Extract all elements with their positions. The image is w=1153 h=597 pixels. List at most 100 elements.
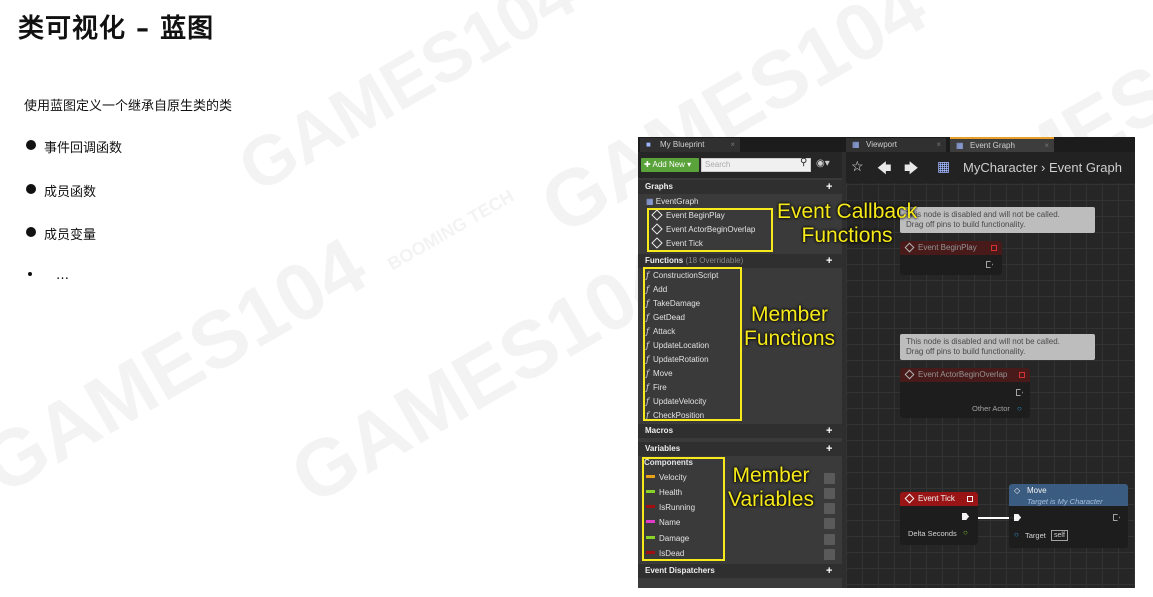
variable-type-icon (646, 475, 655, 478)
variable-item[interactable]: Damage (646, 533, 689, 545)
bullet-list: 事件回调函数 成员函数 成员变量 … (26, 137, 122, 311)
close-icon[interactable]: × (730, 138, 735, 152)
variable-item[interactable]: IsDead (646, 548, 684, 560)
search-input[interactable]: Search (701, 158, 811, 172)
variable-type-icon (646, 551, 655, 554)
function-icon: ƒ (646, 299, 649, 308)
bullet-dot-icon (26, 183, 36, 194)
pin-label: Other Actor (972, 404, 1010, 413)
function-icon: ◇ (1014, 486, 1021, 495)
event-item[interactable]: Event ActorBeginOverlap (651, 223, 755, 236)
graph-icon: ▦ (937, 158, 951, 174)
exec-pin-icon[interactable] (986, 261, 993, 268)
add-macro-icon[interactable]: + (826, 426, 836, 437)
functions-section-header[interactable]: Functions (18 Overridable) + (638, 254, 842, 268)
bullet-dot-icon (26, 227, 36, 237)
close-icon[interactable]: × (936, 138, 941, 152)
pin-label: Target (1025, 531, 1046, 540)
move-function-node[interactable]: ◇ Move Target is My Character ○ Target s… (1009, 484, 1128, 548)
function-icon: ƒ (646, 271, 649, 280)
variable-item[interactable]: IsRunning (646, 502, 695, 514)
graph-icon: ▦ (646, 197, 656, 206)
event-icon (651, 223, 663, 235)
delegate-pin-icon[interactable] (1019, 372, 1025, 378)
variables-section-header[interactable]: Variables + (638, 442, 842, 456)
function-item[interactable]: ƒ GetDead (646, 312, 685, 324)
function-icon: ƒ (646, 313, 649, 322)
function-icon: ƒ (646, 327, 649, 336)
variable-item[interactable]: Health (646, 487, 682, 499)
exec-in-pin-icon[interactable] (1014, 514, 1021, 521)
variable-item[interactable]: Name (646, 517, 680, 529)
visibility-toggle[interactable] (824, 488, 835, 499)
tab-viewport[interactable]: ▦ Viewport × (846, 138, 946, 152)
variable-type-icon (646, 490, 655, 493)
add-graph-icon[interactable]: + (826, 182, 836, 193)
float-pin-icon[interactable]: ○ (963, 528, 968, 537)
event-icon (651, 209, 663, 221)
event-dispatchers-section-header[interactable]: Event Dispatchers + (638, 564, 842, 578)
delegate-pin-icon[interactable] (967, 496, 973, 502)
function-item[interactable]: ƒ CheckPosition (646, 410, 704, 422)
tab-my-blueprint[interactable]: ■ My Blueprint × (640, 138, 740, 152)
close-icon[interactable]: × (1044, 139, 1049, 153)
function-item[interactable]: ƒ Move (646, 368, 673, 380)
callout-event-callback: Event Callback Functions (777, 200, 918, 247)
add-variable-icon[interactable]: + (826, 444, 836, 455)
bullet-item: 成员函数 (26, 181, 122, 225)
blueprint-editor: ■ My Blueprint × ▦ Viewport × ▦ Event Gr… (638, 137, 1135, 588)
components-category[interactable]: Components (644, 457, 693, 469)
object-pin-icon[interactable]: ○ (1017, 404, 1022, 413)
visibility-toggle[interactable] (824, 518, 835, 529)
function-icon: ƒ (646, 383, 649, 392)
graphs-section-header[interactable]: Graphs + (638, 180, 842, 194)
variable-type-icon (646, 520, 655, 523)
target-value-input[interactable]: self (1051, 530, 1068, 541)
function-item[interactable]: ƒ Attack (646, 326, 675, 338)
event-item[interactable]: Event Tick (651, 237, 703, 250)
object-pin-icon[interactable]: ○ (1014, 530, 1019, 539)
add-dispatcher-icon[interactable]: + (826, 566, 836, 577)
visibility-toggle[interactable] (824, 473, 835, 484)
callout-member-functions: Member Functions (744, 303, 836, 350)
tab-event-graph[interactable]: ▦ Event Graph × (950, 137, 1054, 152)
bullet-item: 成员变量 (26, 224, 122, 268)
function-item[interactable]: ƒ Add (646, 284, 667, 296)
function-item[interactable]: ƒ Fire (646, 382, 667, 394)
bullet-dot-icon (28, 271, 32, 276)
delegate-pin-icon[interactable] (991, 245, 997, 251)
function-icon: ƒ (646, 411, 649, 420)
forward-arrow-icon[interactable]: 🡆 (904, 158, 918, 182)
back-arrow-icon[interactable]: 🡄 (877, 158, 891, 182)
bullet-item: … (26, 268, 122, 312)
event-item[interactable]: Event BeginPlay (651, 209, 725, 222)
event-icon (651, 237, 663, 249)
exec-pin-icon[interactable] (962, 513, 969, 520)
function-item[interactable]: ƒ UpdateVelocity (646, 396, 706, 408)
macros-section-header[interactable]: Macros + (638, 424, 842, 438)
search-icon[interactable]: ⚲ (800, 157, 807, 168)
visibility-toggle[interactable] (824, 534, 835, 545)
eye-icon[interactable]: ◉▾ (816, 158, 830, 169)
add-function-icon[interactable]: + (826, 256, 836, 267)
pin-label: Delta Seconds (908, 529, 957, 538)
star-icon[interactable]: ☆ (851, 158, 864, 175)
exec-out-pin-icon[interactable] (1113, 514, 1120, 521)
event-actor-begin-overlap-node[interactable]: Event ActorBeginOverlap Other Actor ○ (900, 368, 1030, 418)
function-icon: ƒ (646, 369, 649, 378)
function-item[interactable]: ƒ UpdateRotation (646, 354, 709, 366)
add-new-button[interactable]: ✚ Add New ▾ (641, 158, 699, 172)
watermark: GAMES104 (276, 230, 691, 521)
event-tick-node[interactable]: Event Tick Delta Seconds ○ (900, 492, 978, 545)
function-item[interactable]: ƒ TakeDamage (646, 298, 700, 310)
visibility-toggle[interactable] (824, 503, 835, 514)
function-item[interactable]: ƒ UpdateLocation (646, 340, 709, 352)
event-graph-item[interactable]: ▦ EventGraph (646, 196, 698, 208)
variable-item[interactable]: Velocity (646, 472, 687, 484)
visibility-toggle[interactable] (824, 549, 835, 560)
function-item[interactable]: ƒ ConstructionScript (646, 270, 718, 282)
event-icon (904, 493, 915, 504)
function-icon: ƒ (646, 397, 649, 406)
panel-toolbar: ✚ Add New ▾ Search ⚲ ◉▾ (638, 152, 842, 178)
exec-pin-icon[interactable] (1016, 389, 1023, 396)
